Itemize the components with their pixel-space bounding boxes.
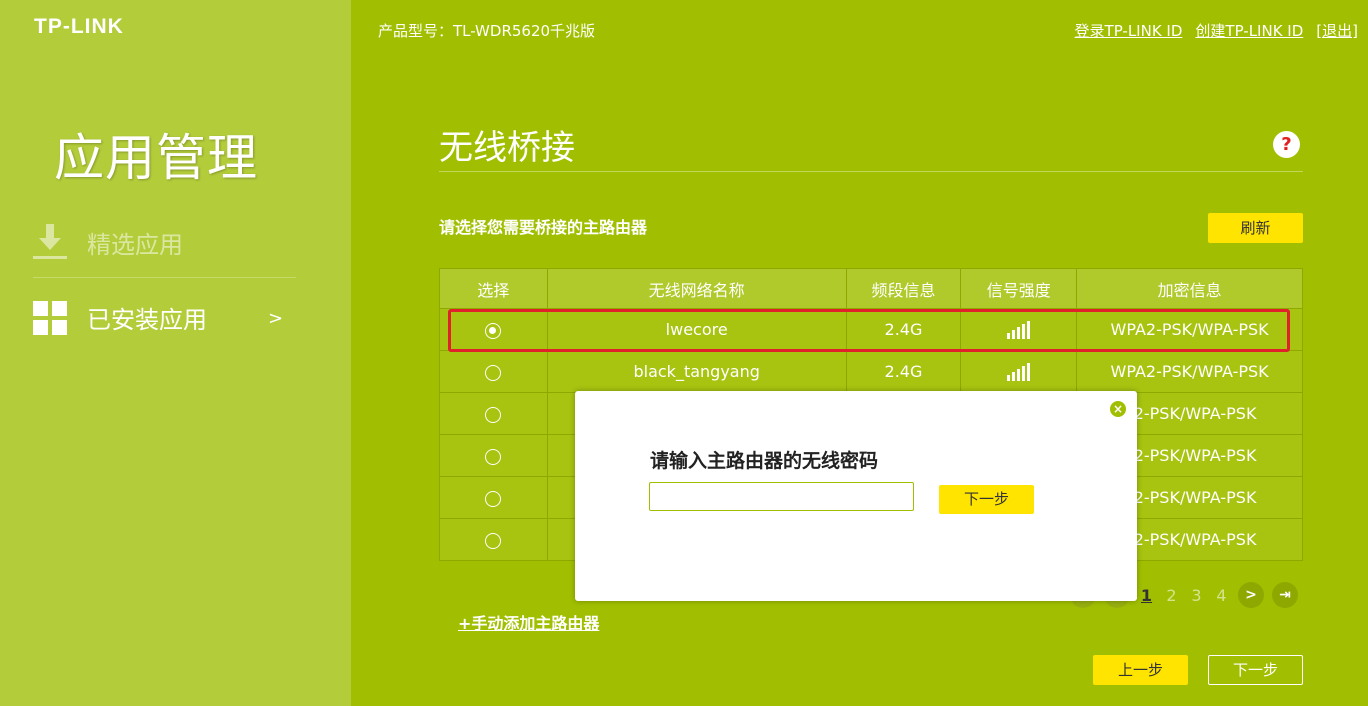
sidebar-title: 应用管理 [54, 129, 258, 187]
encryption-cell: WPA2-PSK/WPA-PSK [1076, 350, 1303, 393]
select-cell[interactable] [439, 476, 548, 519]
page-number[interactable]: 2 [1163, 586, 1180, 605]
sidebar-item-label: 精选应用 [87, 230, 183, 259]
select-radio[interactable] [485, 532, 502, 549]
page-number[interactable]: 4 [1213, 586, 1230, 605]
download-icon [33, 224, 67, 260]
title-divider [439, 171, 1303, 172]
dialog-next-button[interactable]: 下一步 [939, 485, 1034, 514]
page-number[interactable]: 1 [1138, 586, 1155, 605]
next-page-icon[interactable]: > [1238, 582, 1264, 608]
sidebar: TP-LINK 应用管理 精选应用 已安装应用 > [0, 0, 351, 706]
column-header: 选择 [439, 268, 548, 309]
select-radio[interactable] [485, 490, 502, 507]
column-header: 加密信息 [1076, 268, 1303, 309]
select-cell[interactable] [439, 392, 548, 435]
sidebar-divider [33, 277, 296, 278]
refresh-button[interactable]: 刷新 [1208, 213, 1303, 243]
password-input[interactable] [649, 482, 914, 511]
login-tplink-id-link[interactable]: 登录TP-LINK ID [1075, 20, 1183, 41]
product-model: 产品型号：TL-WDR5620千兆版 [378, 22, 596, 40]
column-header: 无线网络名称 [546, 268, 847, 309]
select-cell[interactable] [439, 434, 548, 477]
manual-add-router-link[interactable]: +手动添加主路由器 [458, 610, 599, 634]
signal-strength-icon [1007, 363, 1031, 382]
tp-link-logo: TP-LINK [34, 15, 124, 38]
create-tplink-id-link[interactable]: 创建TP-LINK ID [1195, 20, 1303, 41]
band-cell: 2.4G [845, 350, 962, 393]
help-icon[interactable]: ? [1273, 131, 1300, 158]
page-title: 无线桥接 [439, 128, 575, 168]
select-radio[interactable] [485, 406, 502, 423]
select-radio[interactable] [485, 364, 502, 381]
selected-row-highlight [448, 309, 1290, 352]
select-cell[interactable] [439, 518, 548, 561]
account-links: 登录TP-LINK ID 创建TP-LINK ID [退出] [1075, 20, 1358, 41]
page-number[interactable]: 3 [1188, 586, 1205, 605]
sidebar-item-label: 已安装应用 [87, 306, 207, 334]
sidebar-item-installed-apps[interactable]: 已安装应用 [33, 300, 207, 335]
ssid-cell: black_tangyang [546, 350, 847, 393]
password-dialog: × 请输入主路由器的无线密码 下一步 [575, 391, 1137, 601]
table-row[interactable]: black_tangyang 2.4G WPA2-PSK/WPA-PSK [439, 350, 1303, 393]
chevron-right-icon: > [268, 308, 284, 329]
password-prompt: 请输入主路由器的无线密码 [650, 450, 879, 472]
logout-link[interactable]: [退出] [1316, 20, 1358, 41]
select-cell[interactable] [439, 350, 548, 393]
column-header: 频段信息 [845, 268, 962, 309]
signal-cell [960, 350, 1078, 393]
sidebar-item-featured-apps[interactable]: 精选应用 [33, 224, 183, 260]
last-page-icon[interactable]: ⇥ [1272, 582, 1298, 608]
previous-step-button[interactable]: 上一步 [1093, 655, 1188, 685]
close-icon[interactable]: × [1110, 401, 1126, 417]
section-subtitle: 请选择您需要桥接的主路由器 [439, 218, 648, 237]
table-header-row: 选择 无线网络名称 频段信息 信号强度 加密信息 [439, 268, 1303, 309]
grid-icon [33, 300, 67, 335]
column-header: 信号强度 [960, 268, 1078, 309]
next-step-button[interactable]: 下一步 [1208, 655, 1303, 685]
select-radio[interactable] [485, 448, 502, 465]
